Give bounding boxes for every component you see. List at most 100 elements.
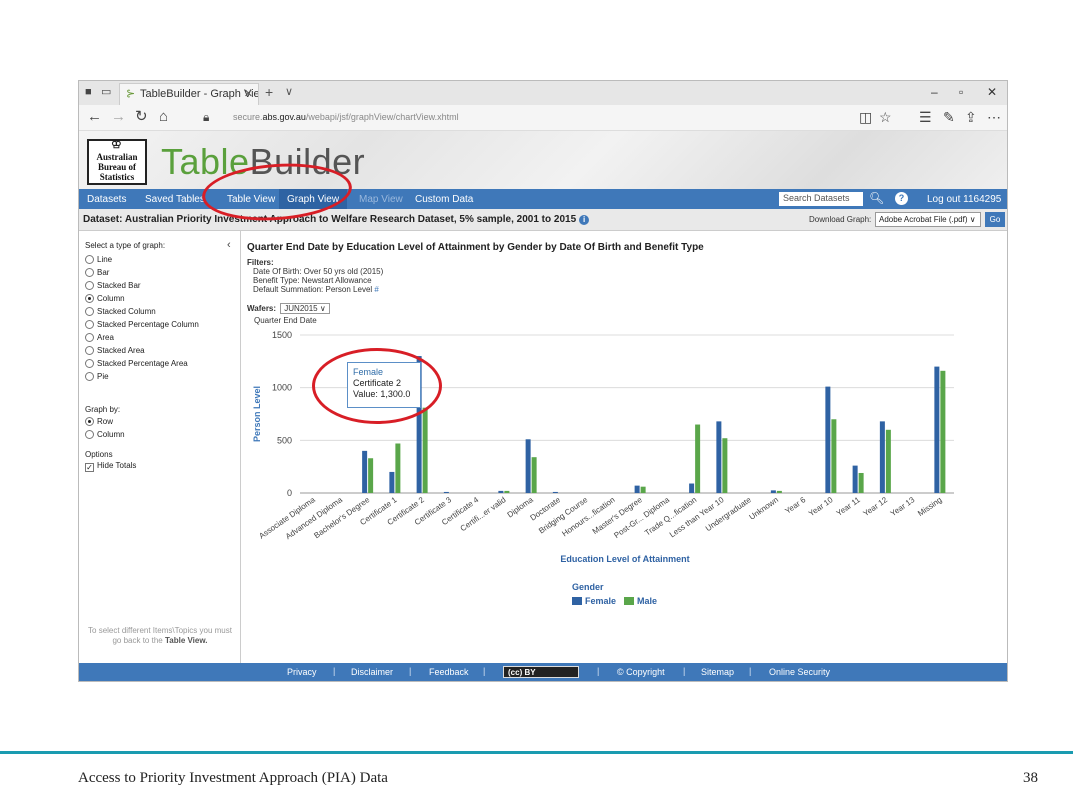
abs-logo[interactable]: ♔ Australian Bureau of Statistics: [87, 138, 147, 185]
filters-block: Filters: Date Of Birth: Over 50 yrs old …: [247, 258, 383, 294]
browser-tab[interactable]: ⊱ TableBuilder - Graph Vie ✕: [119, 83, 259, 105]
footer-copyright[interactable]: © Copyright: [617, 667, 665, 677]
site-footer: Privacy | Disclaimer | Feedback | (cc) B…: [79, 663, 1007, 681]
wafers-select[interactable]: JUN2015 ∨: [280, 303, 330, 314]
menu-table-view[interactable]: Table View: [227, 194, 275, 205]
radio-button[interactable]: [85, 359, 94, 368]
tab-actions-icon[interactable]: ■: [85, 87, 96, 98]
bar-male: [858, 472, 864, 493]
reading-view-icon[interactable]: ◫: [859, 110, 872, 124]
favorite-star-icon[interactable]: ☆: [879, 110, 892, 124]
radio-button[interactable]: [85, 255, 94, 264]
close-tab-icon[interactable]: ✕: [244, 87, 253, 100]
bar-male: [722, 438, 728, 493]
menu-map-view[interactable]: Map View: [359, 194, 403, 205]
creative-commons-badge[interactable]: (cc) BY: [503, 666, 579, 678]
hide-totals-checkbox[interactable]: ✓: [85, 463, 94, 472]
menu-saved-tables[interactable]: Saved Tables: [145, 194, 205, 205]
footer-disclaimer[interactable]: Disclaimer: [351, 667, 393, 677]
footer-online-security[interactable]: Online Security: [769, 667, 830, 677]
download-format-select[interactable]: Adobe Acrobat File (.pdf) ∨: [875, 212, 981, 227]
bar-male: [695, 424, 701, 493]
back-icon[interactable]: ←: [87, 109, 102, 125]
radio-button[interactable]: [85, 417, 94, 426]
logout-link[interactable]: Log out 1164295: [927, 194, 1001, 205]
graph-by-label: Column: [97, 430, 125, 439]
app-title: TableBuilder: [161, 141, 366, 182]
footer-separator: |: [483, 666, 486, 676]
radio-button[interactable]: [85, 430, 94, 439]
radio-button[interactable]: [85, 294, 94, 303]
x-tick-label: Unknown: [748, 495, 780, 522]
graph-type-option[interactable]: Pie: [85, 372, 109, 381]
forward-icon[interactable]: →: [111, 109, 126, 125]
browser-tab-title: TableBuilder - Graph Vie: [140, 88, 259, 100]
radio-button[interactable]: [85, 372, 94, 381]
tab-preview-icon[interactable]: ▭: [101, 87, 112, 98]
graph-by-title: Graph by:: [85, 405, 121, 414]
search-datasets-input[interactable]: Search Datasets: [779, 192, 863, 206]
web-note-icon[interactable]: ✎: [943, 110, 955, 124]
more-icon[interactable]: ⋯: [987, 110, 1001, 124]
footer-separator: |: [409, 666, 412, 676]
graph-type-option[interactable]: Line: [85, 255, 112, 264]
bar-female: [879, 421, 885, 493]
new-tab-icon[interactable]: +: [265, 84, 273, 100]
help-icon[interactable]: ?: [895, 192, 908, 205]
radio-button[interactable]: [85, 346, 94, 355]
home-icon[interactable]: ⌂: [159, 109, 168, 125]
radio-button[interactable]: [85, 307, 94, 316]
graph-type-option[interactable]: Column: [85, 294, 125, 303]
search-icon[interactable]: 🔍︎: [869, 191, 884, 205]
graph-type-option[interactable]: Stacked Bar: [85, 281, 141, 290]
graph-type-option[interactable]: Bar: [85, 268, 109, 277]
refresh-icon[interactable]: ↻: [135, 109, 148, 125]
radio-button[interactable]: [85, 268, 94, 277]
address-bar[interactable]: secure.abs.gov.au/webapi/jsf/graphView/c…: [229, 109, 849, 127]
graph-type-option[interactable]: Area: [85, 333, 114, 342]
slide: ■ ▭ ⊱ TableBuilder - Graph Vie ✕ + ∨ – ▫…: [0, 0, 1073, 808]
graph-type-option[interactable]: Stacked Percentage Area: [85, 359, 188, 368]
footer-separator: |: [683, 666, 686, 676]
logo-line-1: Australian: [96, 152, 138, 162]
y-tick-label: 500: [277, 435, 292, 445]
menu-graph-view[interactable]: Graph View: [279, 189, 348, 209]
share-icon[interactable]: ⇪: [965, 110, 977, 124]
footer-feedback[interactable]: Feedback: [429, 667, 469, 677]
tab-list-chevron-icon[interactable]: ∨: [285, 85, 293, 98]
hide-totals-option[interactable]: ✓ Hide Totals: [85, 461, 136, 472]
bar-male: [422, 407, 428, 493]
radio-button[interactable]: [85, 281, 94, 290]
slide-caption: Access to Priority Investment Approach (…: [78, 770, 388, 786]
maximize-icon[interactable]: ▫: [959, 85, 963, 99]
graph-by-option[interactable]: Column: [85, 430, 125, 439]
table-view-link[interactable]: Table View.: [165, 636, 208, 645]
footer-privacy[interactable]: Privacy: [287, 667, 317, 677]
bar-female: [716, 421, 722, 493]
menu-custom-data[interactable]: Custom Data: [415, 194, 473, 205]
graph-type-option[interactable]: Stacked Column: [85, 307, 156, 316]
favorites-hub-icon[interactable]: ☰: [919, 110, 932, 124]
radio-button[interactable]: [85, 320, 94, 329]
filter-line: Date Of Birth: Over 50 yrs old (2015): [253, 267, 384, 276]
tooltip-series: Female: [353, 367, 384, 377]
x-tick-label: Year 13: [889, 495, 917, 518]
graph-type-option[interactable]: Stacked Area: [85, 346, 145, 355]
menu-datasets[interactable]: Datasets: [87, 194, 126, 205]
collapse-panel-icon[interactable]: ‹: [227, 239, 231, 251]
x-tick-label: Year 11: [835, 495, 862, 518]
summation-link[interactable]: #: [374, 285, 378, 294]
minimize-icon[interactable]: –: [931, 85, 938, 99]
graph-type-option[interactable]: Stacked Percentage Column: [85, 320, 199, 329]
go-button[interactable]: Go: [985, 212, 1005, 227]
info-icon[interactable]: i: [579, 215, 590, 225]
radio-button[interactable]: [85, 333, 94, 342]
chart-title: Quarter End Date by Education Level of A…: [247, 242, 704, 253]
bar-female: [552, 491, 558, 493]
x-tick-label: Year 6: [783, 495, 807, 516]
footer-sitemap[interactable]: Sitemap: [701, 667, 734, 677]
slide-accent-line: [0, 751, 1073, 754]
close-window-icon[interactable]: ✕: [987, 85, 997, 99]
graph-type-label: Pie: [97, 372, 109, 381]
graph-by-option[interactable]: Row: [85, 417, 113, 426]
